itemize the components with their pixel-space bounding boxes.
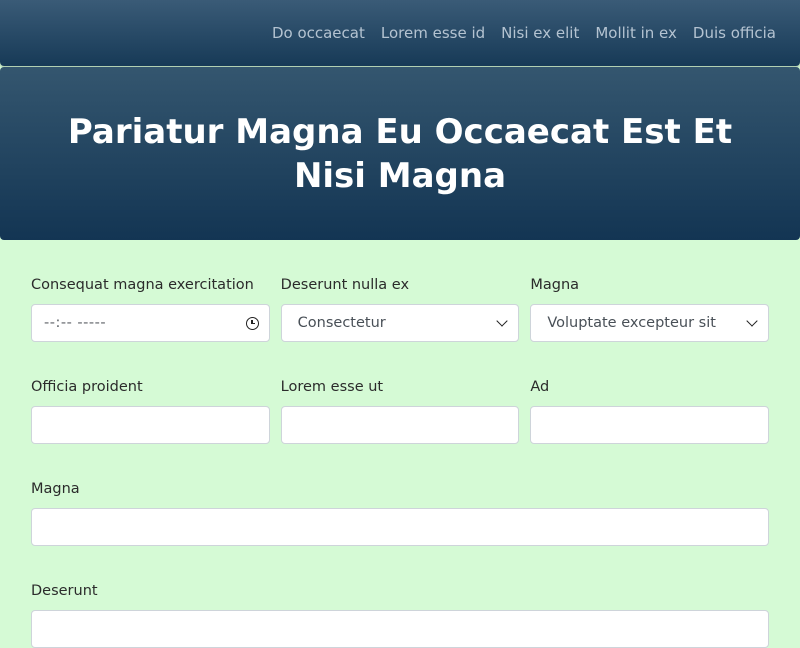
magna-input[interactable] [31, 508, 769, 546]
time-input[interactable]: --:-- ----- [31, 304, 270, 342]
chevron-down-icon [496, 314, 509, 327]
select1-field-group: Deserunt nulla ex Consectetur [280, 240, 520, 342]
hero-banner: Pariatur Magna Eu Occaecat Est Et Nisi M… [0, 67, 800, 240]
officia-proident-input[interactable] [31, 406, 270, 444]
deserunt-input[interactable] [31, 610, 769, 648]
nav-link-do-occaecat[interactable]: Do occaecat [272, 24, 365, 42]
nav-link-mollit-in-ex[interactable]: Mollit in ex [595, 24, 677, 42]
ad-input[interactable] [530, 406, 770, 444]
select1-label: Deserunt nulla ex [280, 277, 410, 293]
page-title: Pariatur Magna Eu Occaecat Est Et Nisi M… [67, 111, 733, 196]
select2-value: Voluptate excepteur sit [547, 315, 716, 331]
deserunt-nulla-ex-select[interactable]: Consectetur [280, 304, 520, 342]
nav-link-nisi-ex-elit[interactable]: Nisi ex elit [501, 24, 579, 42]
select2-field-group: Magna Voluptate excepteur sit [530, 240, 770, 342]
deserunt-label: Deserunt [31, 583, 98, 599]
top-navbar: Do occaecat Lorem esse id Nisi ex elit M… [0, 0, 800, 66]
deserunt-group: Deserunt [31, 582, 769, 648]
officia-proident-group: Officia proident [31, 342, 270, 444]
time-input-placeholder: --:-- ----- [44, 315, 107, 331]
select1-value: Consectetur [297, 315, 386, 331]
form-row-1: Consequat magna exercitation --:-- -----… [31, 240, 770, 342]
time-field-label: Consequat magna exercitation [31, 277, 254, 293]
time-field-group: Consequat magna exercitation --:-- ----- [31, 240, 270, 342]
select2-label: Magna [530, 277, 580, 293]
nav-links: Do occaecat Lorem esse id Nisi ex elit M… [272, 0, 776, 66]
ad-group: Ad [530, 342, 770, 444]
ad-label: Ad [530, 379, 550, 395]
main-form: Consequat magna exercitation --:-- -----… [31, 240, 770, 648]
clock-icon[interactable] [245, 316, 259, 330]
lorem-esse-ut-input[interactable] [280, 406, 520, 444]
officia-proident-label: Officia proident [31, 379, 143, 395]
nav-link-lorem-esse-id[interactable]: Lorem esse id [381, 24, 485, 42]
magna-select[interactable]: Voluptate excepteur sit [530, 304, 770, 342]
chevron-down-icon [746, 314, 758, 327]
lorem-esse-ut-group: Lorem esse ut [280, 342, 520, 444]
lorem-esse-ut-label: Lorem esse ut [280, 379, 384, 395]
nav-link-duis-officia[interactable]: Duis officia [693, 24, 776, 42]
magna-group: Magna [31, 480, 769, 546]
form-row-2: Officia proident Lorem esse ut Ad [31, 342, 770, 444]
magna-label: Magna [31, 481, 80, 497]
